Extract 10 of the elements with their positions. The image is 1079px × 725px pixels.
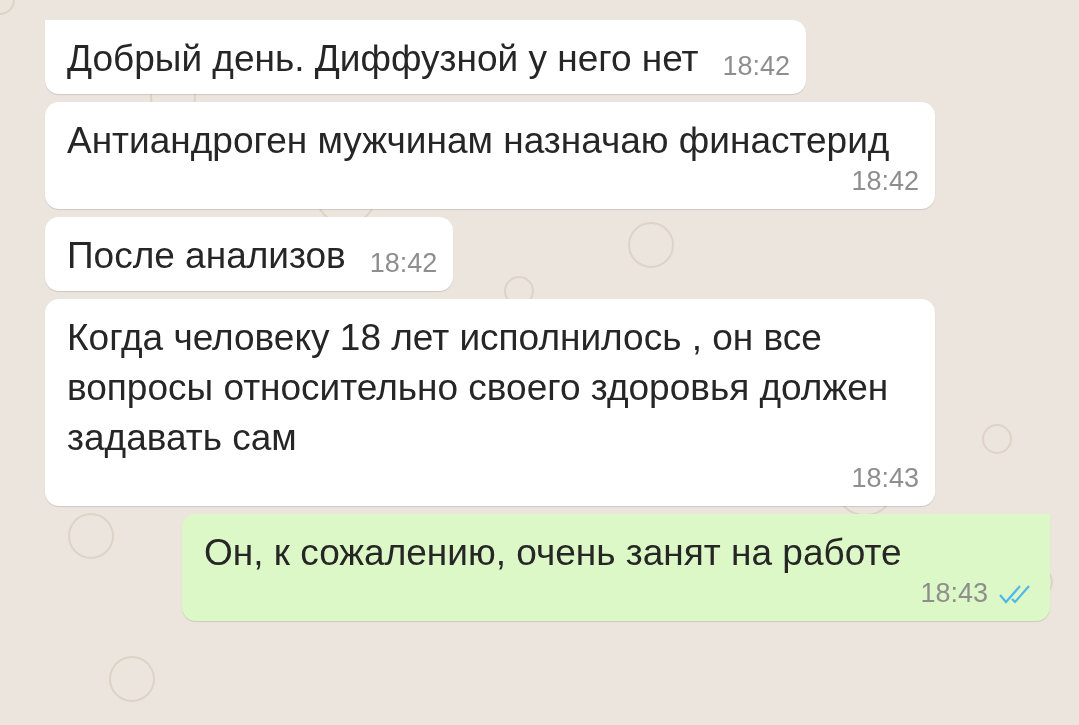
message-text: Антиандроген мужчинам назначаю финастерид <box>67 119 890 163</box>
message-time: 18:42 <box>722 51 791 82</box>
message-text: Он, к сожалению, очень занят на работе <box>204 531 902 575</box>
message-text: Добрый день. Диффузной у него нет <box>67 37 699 81</box>
message-text: Когда человеку 18 лет исполнилось , он все вопросы относительно своего здоровья должен задавать сам <box>67 316 890 460</box>
message-time: 18:42 <box>369 248 438 279</box>
message-time: 18:43 <box>851 463 919 494</box>
message-text: После анализов <box>67 234 346 278</box>
message-time: 18:43 <box>920 578 988 609</box>
message-time: 18:42 <box>851 166 919 197</box>
